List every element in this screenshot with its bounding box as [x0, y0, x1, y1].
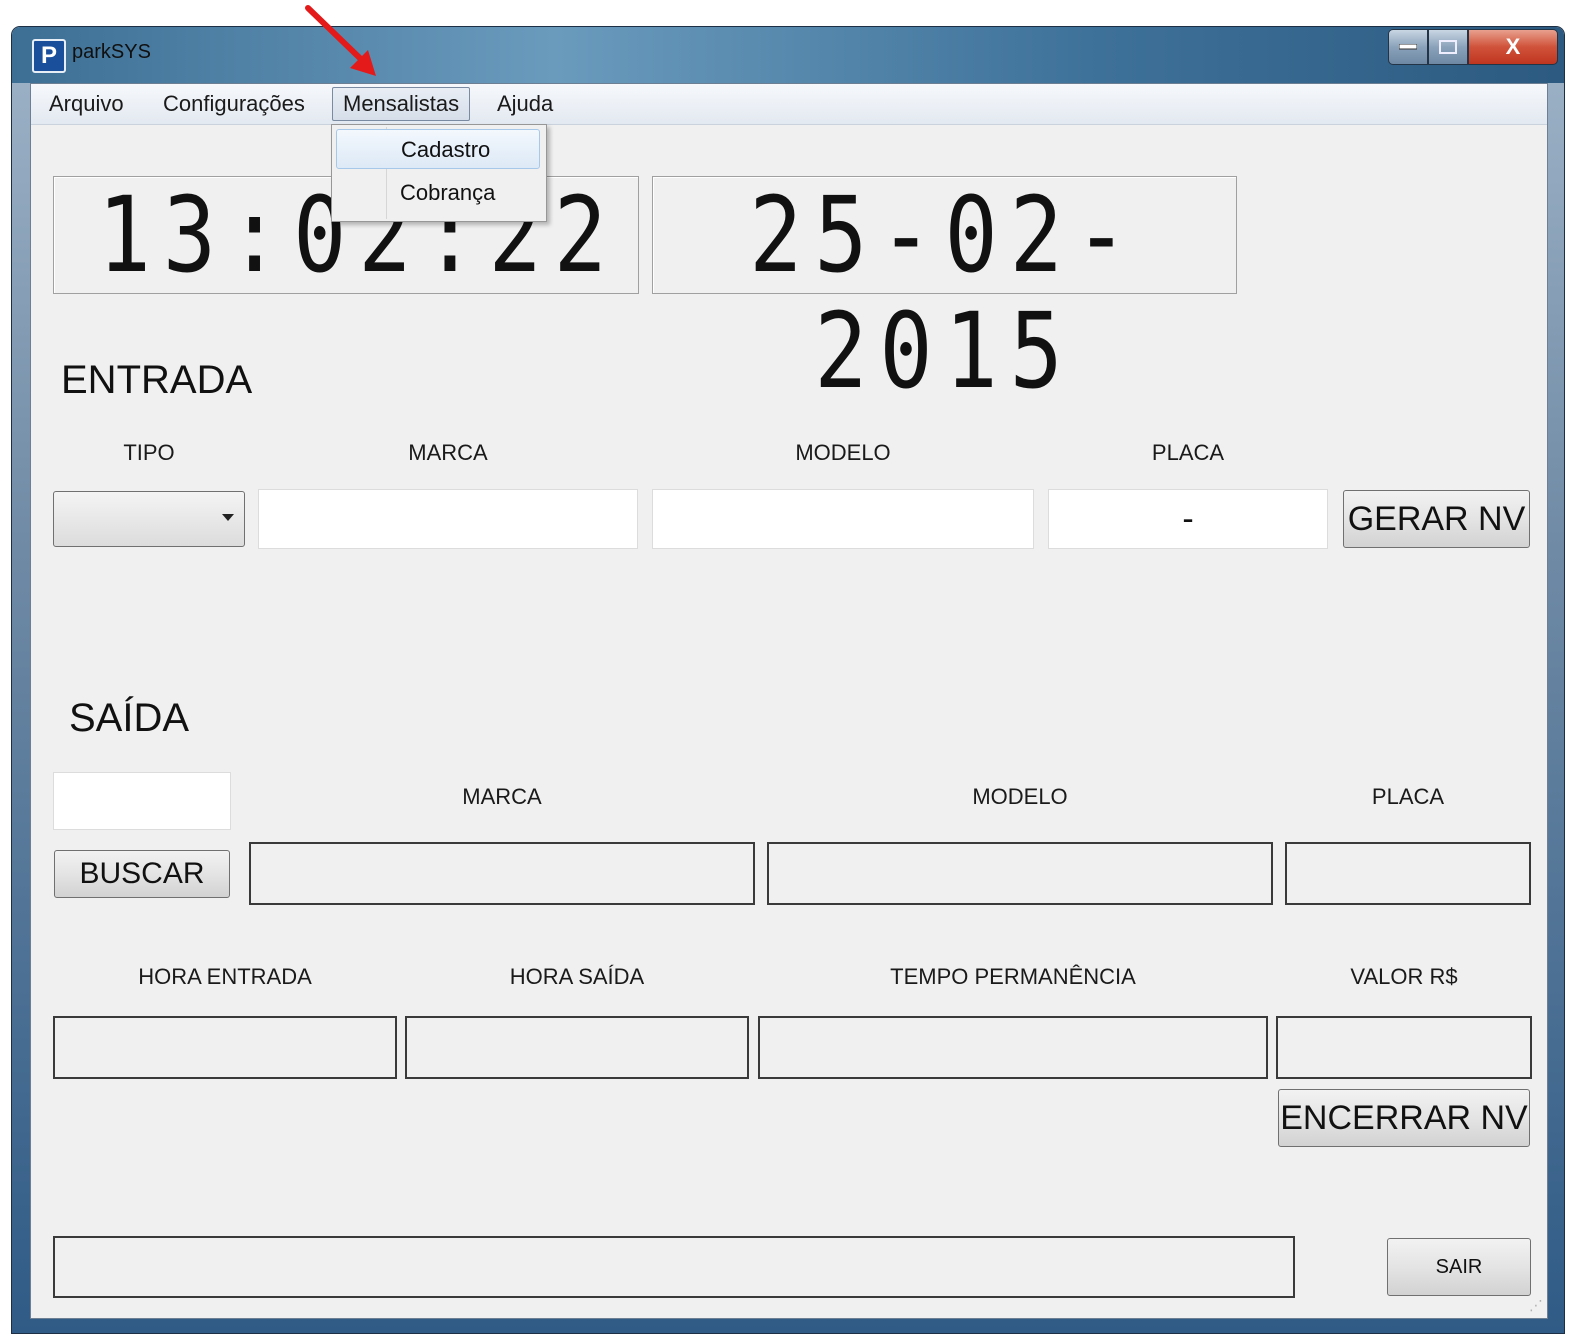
placa-mask: -	[1182, 500, 1194, 538]
saida-title: SAÍDA	[69, 696, 190, 740]
app-window: P parkSYS X Arquivo Configurações Mensal…	[12, 27, 1564, 1333]
minimize-icon	[1399, 44, 1417, 50]
minimize-button[interactable]	[1388, 29, 1428, 65]
hora-saida-field	[405, 1016, 749, 1079]
valor-label: VALOR R$	[1350, 964, 1458, 989]
window-controls: X	[1388, 29, 1558, 65]
encerrar-nv-button[interactable]: ENCERRAR NV	[1278, 1089, 1530, 1147]
saida-marca-field	[249, 842, 755, 905]
entrada-modelo-input[interactable]	[652, 489, 1034, 549]
sair-button[interactable]: SAIR	[1387, 1238, 1531, 1296]
entrada-marca-label: MARCA	[408, 440, 488, 465]
window-title: parkSYS	[72, 41, 151, 63]
entrada-placa-input[interactable]: -	[1048, 489, 1328, 549]
saida-modelo-label: MODELO	[972, 784, 1068, 809]
hora-saida-label: HORA SAÍDA	[509, 964, 645, 989]
close-button[interactable]: X	[1468, 29, 1558, 65]
title-bar[interactable]: P parkSYS X	[12, 27, 1564, 83]
saida-ticket-input[interactable]	[53, 772, 231, 830]
tempo-permanencia-label: TEMPO PERMANÊNCIA	[890, 964, 1136, 989]
tipo-combobox[interactable]	[53, 491, 245, 547]
menu-configuracoes[interactable]: Configurações	[153, 89, 315, 119]
menu-item-cobranca[interactable]: Cobrança	[336, 173, 540, 213]
main-panel: Arquivo Configurações Mensalistas Ajuda …	[30, 83, 1548, 1319]
red-arrow-annotation	[305, 5, 376, 76]
entrada-title: ENTRADA	[61, 358, 253, 402]
menu-bar: Arquivo Configurações Mensalistas Ajuda	[31, 84, 1547, 125]
maximize-button[interactable]	[1428, 29, 1468, 65]
parking-app-icon: P	[32, 39, 66, 73]
gerar-nv-button[interactable]: GERAR NV	[1343, 490, 1530, 548]
valor-field	[1276, 1016, 1532, 1079]
saida-marca-label: MARCA	[462, 784, 542, 809]
buscar-button[interactable]: BUSCAR	[54, 850, 230, 898]
chevron-down-icon	[222, 514, 234, 521]
mensalistas-dropdown: Cadastro Cobrança	[331, 124, 547, 222]
close-icon: X	[1505, 34, 1521, 59]
menu-ajuda[interactable]: Ajuda	[487, 89, 563, 119]
menu-mensalistas[interactable]: Mensalistas	[332, 87, 471, 121]
entrada-modelo-label: MODELO	[795, 440, 891, 465]
maximize-icon	[1439, 40, 1457, 54]
menu-item-cadastro[interactable]: Cadastro	[336, 129, 540, 169]
menu-arquivo[interactable]: Arquivo	[39, 89, 134, 119]
hora-entrada-field	[53, 1016, 397, 1079]
entrada-tipo-label: TIPO	[123, 440, 175, 465]
saida-placa-label: PLACA	[1371, 784, 1445, 809]
entrada-placa-label: PLACA	[1151, 440, 1225, 465]
status-field	[53, 1236, 1295, 1298]
saida-placa-field	[1285, 842, 1531, 905]
tempo-permanencia-field	[758, 1016, 1268, 1079]
hora-entrada-label: HORA ENTRADA	[138, 964, 312, 989]
date-display: 25-02-2015	[652, 174, 1237, 412]
entrada-marca-input[interactable]	[258, 489, 638, 549]
resize-grip-icon[interactable]: ⋰	[1529, 1298, 1543, 1314]
clock-date: 25-02-2015	[749, 174, 1140, 412]
saida-modelo-field	[767, 842, 1273, 905]
